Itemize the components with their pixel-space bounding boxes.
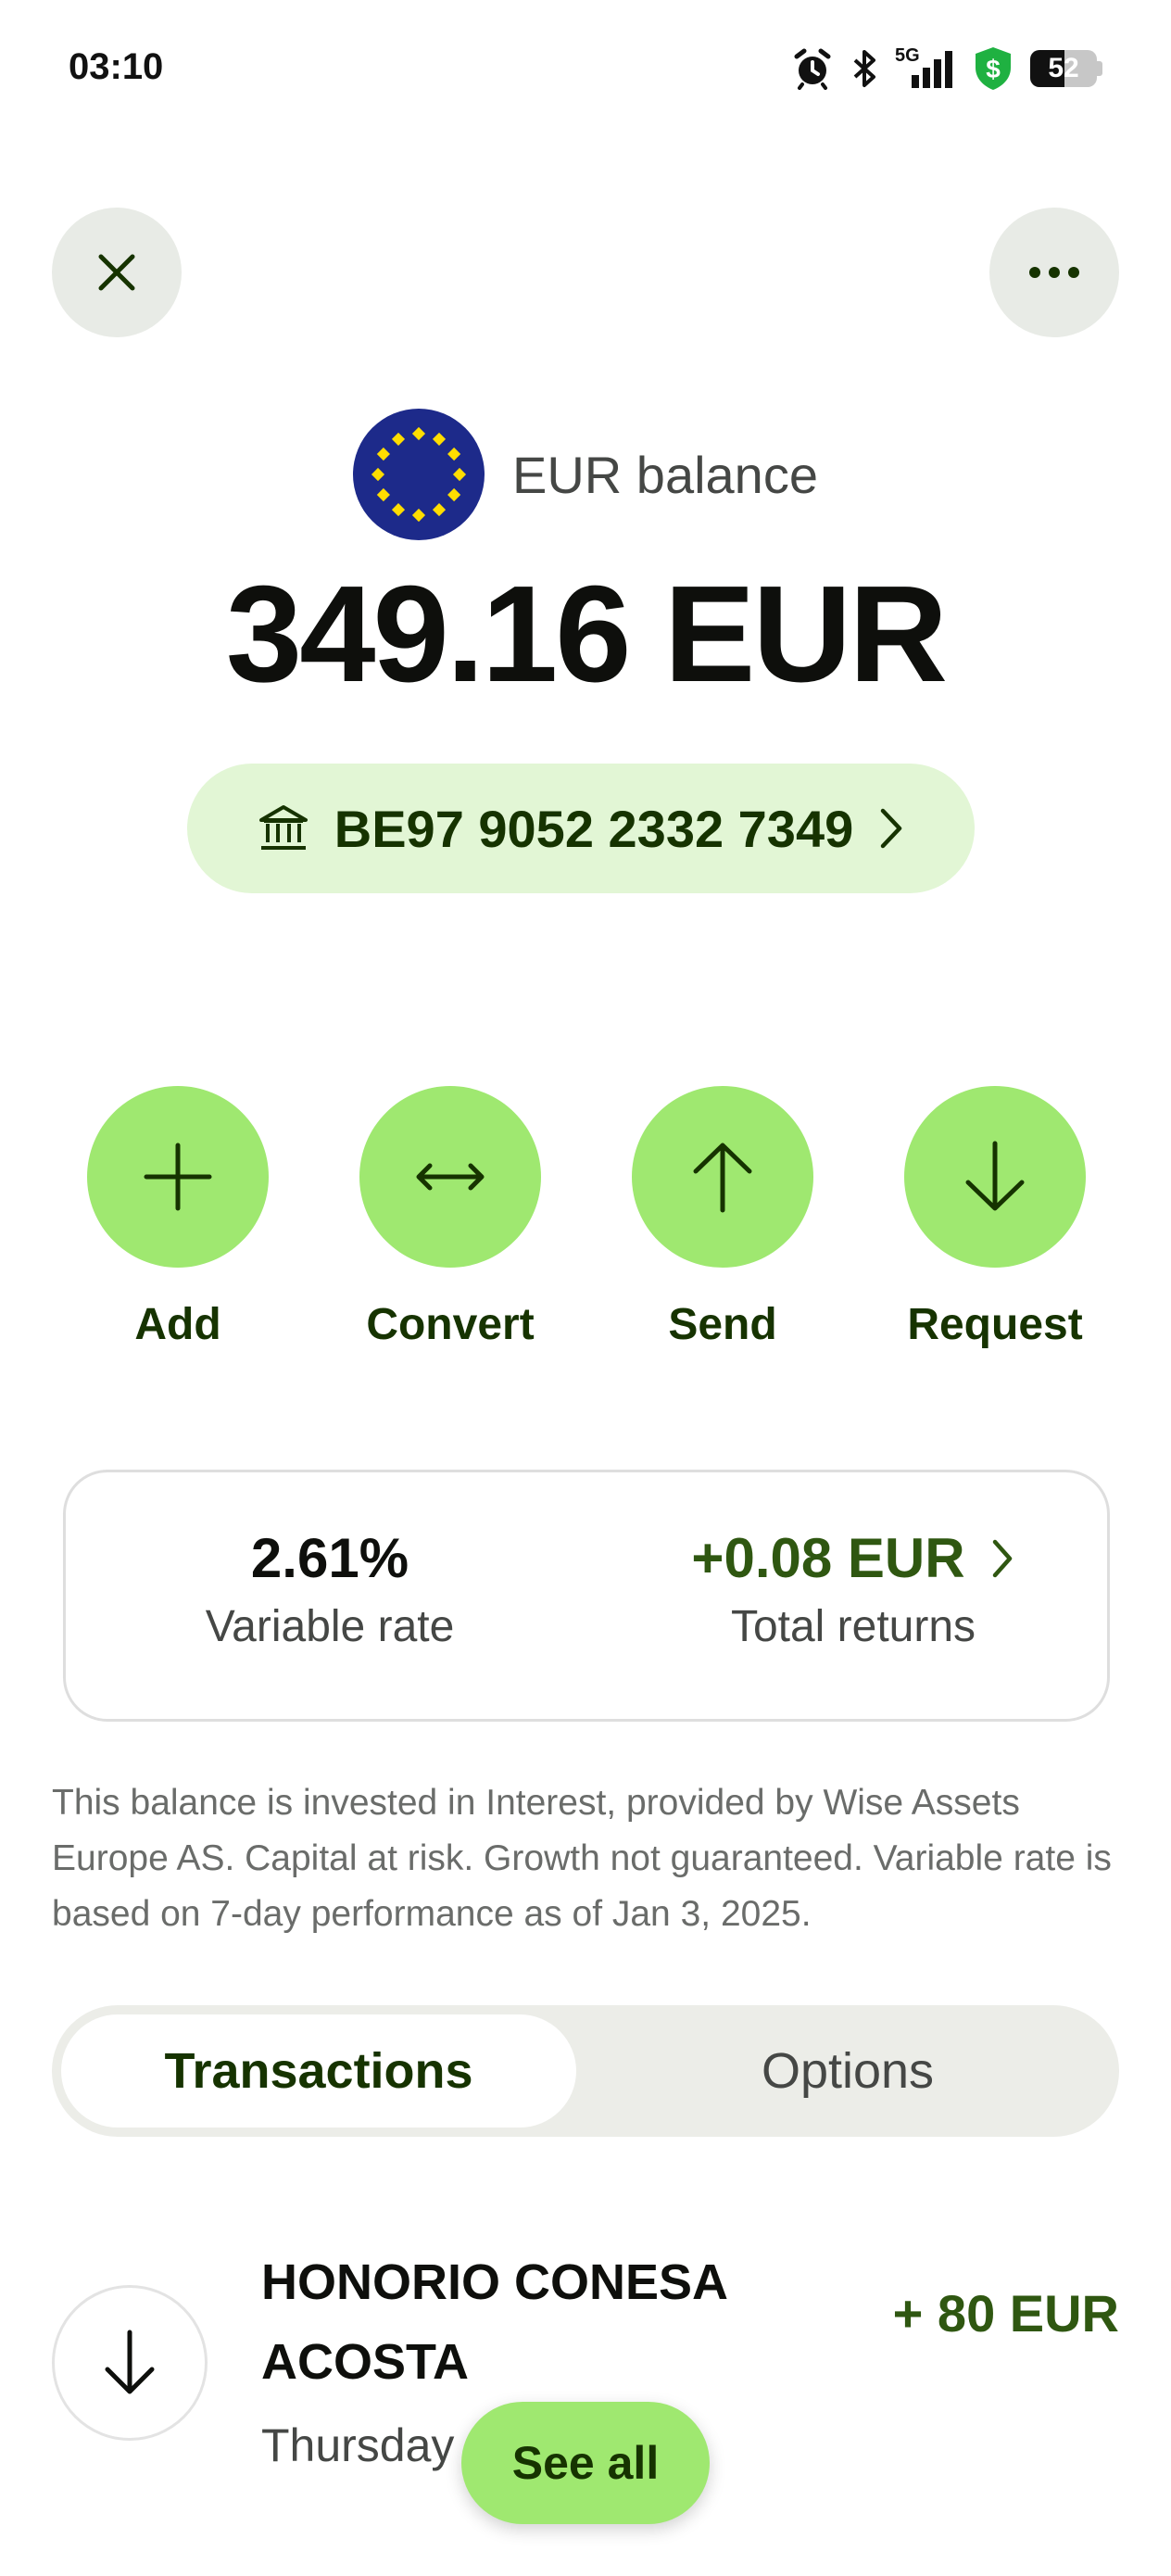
interest-card[interactable]: 2.61% Variable rate +0.08 EUR Total retu… <box>63 1470 1110 1722</box>
tab-options[interactable]: Options <box>586 2014 1110 2128</box>
send-circle[interactable] <box>632 1086 813 1268</box>
eu-star <box>447 487 461 502</box>
request-button[interactable]: Request <box>875 1086 1115 1350</box>
request-circle[interactable] <box>904 1086 1086 1268</box>
plus-icon <box>144 1143 212 1211</box>
add-label: Add <box>134 1300 221 1349</box>
eu-star <box>376 487 390 502</box>
eu-star <box>411 508 426 523</box>
convert-button[interactable]: Convert <box>330 1086 571 1350</box>
close-button[interactable] <box>52 208 182 337</box>
variable-rate: 2.61% Variable rate <box>103 1526 557 1652</box>
balance-label: EUR balance <box>512 445 818 504</box>
chevron-right-icon <box>881 808 902 849</box>
returns-value: +0.08 EUR <box>691 1527 965 1589</box>
eu-star <box>391 503 406 517</box>
investment-disclaimer: This balance is invested in Interest, pr… <box>52 1783 1112 1934</box>
transaction-icon <box>52 2285 208 2441</box>
add-circle[interactable] <box>87 1086 269 1268</box>
status-bar: 03:10 5G $ 52 <box>0 0 1171 139</box>
convert-circle[interactable] <box>359 1086 541 1268</box>
convert-icon <box>416 1163 485 1191</box>
transaction-amount: + 80 EUR <box>892 2284 1119 2342</box>
close-icon <box>98 254 135 291</box>
add-button[interactable]: Add <box>57 1086 298 1350</box>
more-icon <box>1029 267 1079 278</box>
bank-icon <box>258 805 308 850</box>
signal-icon: 5G <box>895 45 956 90</box>
rate-value: 2.61% <box>250 1527 409 1589</box>
transaction-name: HONORIO CONESA ACOSTA <box>261 2254 727 2390</box>
eu-flag-icon <box>353 409 485 540</box>
tab-transactions[interactable]: Transactions <box>61 2014 576 2128</box>
chevron-right-icon <box>992 1539 1012 1577</box>
eu-star <box>452 467 467 482</box>
eu-star <box>376 447 390 461</box>
eu-star <box>447 447 461 461</box>
battery-icon: 52 <box>1030 50 1102 87</box>
iban-text: BE97 9052 2332 7349 <box>334 799 854 858</box>
quick-actions: Add Convert Send Request <box>0 1086 1171 1383</box>
transaction-date: Thursday <box>261 2419 455 2471</box>
rate-label: Variable rate <box>205 1602 455 1651</box>
eu-star <box>411 426 426 441</box>
tab-switcher: Transactions Options <box>52 2005 1119 2137</box>
more-options-button[interactable] <box>989 208 1119 337</box>
arrow-down-icon <box>105 2330 155 2394</box>
shield-dollar-icon: $ <box>976 47 1011 90</box>
eu-star <box>432 503 447 517</box>
balance-header: EUR balance <box>0 408 1171 541</box>
send-button[interactable]: Send <box>602 1086 843 1350</box>
send-label: Send <box>668 1300 777 1349</box>
returns-label: Total returns <box>730 1602 976 1651</box>
battery-level: 52 <box>1048 53 1079 83</box>
arrow-down-icon <box>965 1141 1025 1211</box>
alarm-icon <box>794 48 831 90</box>
svg-text:$: $ <box>986 55 1001 83</box>
convert-label: Convert <box>366 1300 535 1349</box>
arrow-up-icon <box>693 1143 752 1213</box>
eu-star <box>432 432 447 446</box>
returns-value-row[interactable]: +0.08 EUR <box>622 1526 1085 1590</box>
bluetooth-icon <box>853 50 875 87</box>
status-icons: 5G $ 52 <box>791 43 1102 95</box>
account-details-button[interactable]: BE97 9052 2332 7349 <box>187 764 975 893</box>
status-time: 03:10 <box>69 46 164 87</box>
total-returns[interactable]: +0.08 EUR Total returns <box>622 1526 1085 1652</box>
eu-star <box>391 432 406 446</box>
eu-star <box>371 467 385 482</box>
balance-amount: 349.16 EUR <box>225 558 948 711</box>
request-label: Request <box>907 1300 1083 1349</box>
see-all-button[interactable]: See all <box>461 2402 710 2524</box>
